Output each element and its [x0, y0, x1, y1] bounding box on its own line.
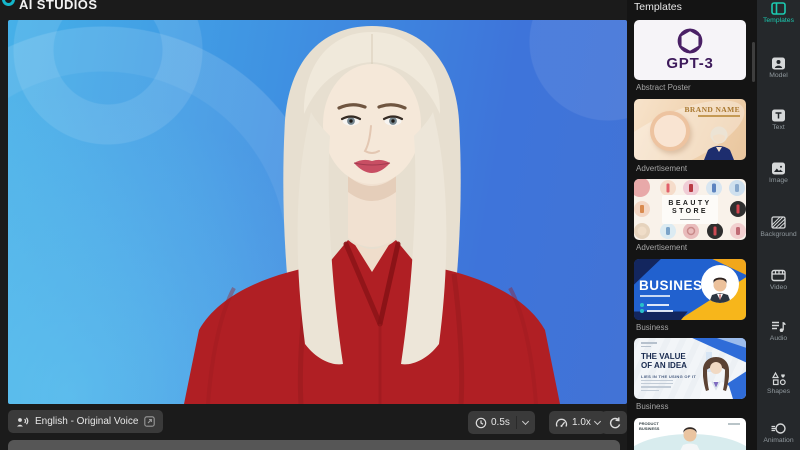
- sidebar-item-video[interactable]: Video: [757, 269, 800, 291]
- template-card-brand-name[interactable]: BRAND NAME: [634, 99, 746, 160]
- template-card-business[interactable]: BUSINESS: [634, 259, 746, 320]
- pause-duration-button[interactable]: 0.5s: [468, 411, 535, 434]
- top-bar: AI STUDIOS: [0, 0, 627, 20]
- brand-title: BRAND NAME: [684, 105, 740, 114]
- sidebar-item-shapes[interactable]: Shapes: [757, 371, 800, 395]
- beauty-word: BEAUTY: [668, 199, 712, 207]
- template-category: Advertisement: [636, 243, 688, 252]
- background-icon: [771, 216, 786, 229]
- video-canvas[interactable]: [8, 20, 627, 404]
- idea-title: THE VALUE OF AN IDEA LIES IN THE USING O…: [641, 352, 697, 379]
- shapes-icon: [771, 371, 786, 386]
- decor-header-lines: [641, 342, 657, 349]
- presenter-figure: [680, 427, 700, 450]
- animation-icon: [771, 423, 786, 434]
- cosmetic-compact: [650, 111, 690, 151]
- store-word: STORE: [672, 208, 708, 215]
- template-category: Abstract Poster: [636, 83, 691, 92]
- sidebar-item-templates[interactable]: Templates: [757, 2, 800, 24]
- sidebar-item-text[interactable]: Text: [757, 109, 800, 131]
- sidebar-item-animation[interactable]: Animation: [757, 422, 800, 444]
- voice-label: English - Original Voice: [35, 416, 139, 427]
- gpt3-title: GPT-3: [666, 55, 714, 72]
- speed-value: 1.0x: [572, 417, 591, 428]
- presenter-figure: [699, 357, 733, 399]
- timeline-scrollbar[interactable]: [8, 440, 620, 450]
- ai-avatar[interactable]: [8, 20, 627, 404]
- duration-value: 0.5s: [491, 417, 510, 428]
- decor-bar: [728, 423, 740, 425]
- template-category: Business: [636, 323, 669, 332]
- chevron-down-icon: [593, 417, 601, 425]
- reset-icon: [609, 417, 620, 429]
- template-card-value-of-an-idea[interactable]: THE VALUE OF AN IDEA LIES IN THE USING O…: [634, 338, 746, 399]
- template-card-gpt3[interactable]: GPT-3: [634, 20, 746, 80]
- product-title: PRODUCT BUSINESS: [639, 421, 660, 431]
- contact-row: [640, 303, 669, 307]
- presenter-photo: [701, 265, 739, 303]
- voice-icon: [17, 416, 29, 426]
- image-icon: [772, 162, 785, 175]
- decor-bar: [680, 218, 700, 220]
- template-card-beauty-store[interactable]: BEAUTY STORE: [634, 179, 746, 240]
- templates-panel: Templates GPT-3 Abstract Poster BRAND NA: [627, 0, 757, 450]
- speed-gauge-icon: [555, 418, 568, 427]
- template-category: Advertisement: [636, 164, 688, 173]
- sidebar-item-background[interactable]: Background: [757, 216, 800, 238]
- video-icon: [771, 269, 786, 282]
- sidebar-item-image[interactable]: Image: [757, 162, 800, 184]
- text-icon: [772, 109, 785, 122]
- ai-studios-logo-icon: [2, 0, 15, 6]
- brand-title: AI STUDIOS: [19, 0, 98, 12]
- model-icon: [772, 57, 785, 70]
- tools-sidebar: Templates Model Text Image Background Vi…: [757, 0, 800, 450]
- chevron-down-icon: [521, 417, 529, 425]
- playback-speed-button[interactable]: 1.0x: [549, 411, 606, 434]
- reset-button[interactable]: [601, 411, 627, 434]
- open-voice-settings-icon: [144, 416, 156, 427]
- sidebar-item-model[interactable]: Model: [757, 57, 800, 79]
- clock-icon: [475, 417, 487, 428]
- templates-icon: [771, 2, 786, 15]
- contact-row: [640, 309, 673, 313]
- presenter-figure: [704, 126, 734, 160]
- beauty-store-title-box: BEAUTY STORE: [662, 195, 718, 224]
- sidebar-item-audio[interactable]: Audio: [757, 319, 800, 342]
- decor-bar: [698, 115, 740, 117]
- templates-scrollbar[interactable]: [752, 42, 755, 82]
- decor-subtitle-bar: [640, 295, 670, 297]
- voice-selector-button[interactable]: English - Original Voice: [8, 410, 164, 433]
- template-category: Business: [636, 402, 669, 411]
- templates-panel-header: Templates: [634, 1, 682, 13]
- template-card-product-business[interactable]: PRODUCT BUSINESS: [634, 418, 746, 450]
- divider: [515, 416, 517, 429]
- decor-paragraph-lines: [641, 380, 673, 393]
- app-window: AI STUDIOS English - Original Voice 0.5s…: [0, 0, 800, 450]
- audio-icon: [772, 321, 786, 332]
- gpt3-logo-icon: [677, 28, 703, 54]
